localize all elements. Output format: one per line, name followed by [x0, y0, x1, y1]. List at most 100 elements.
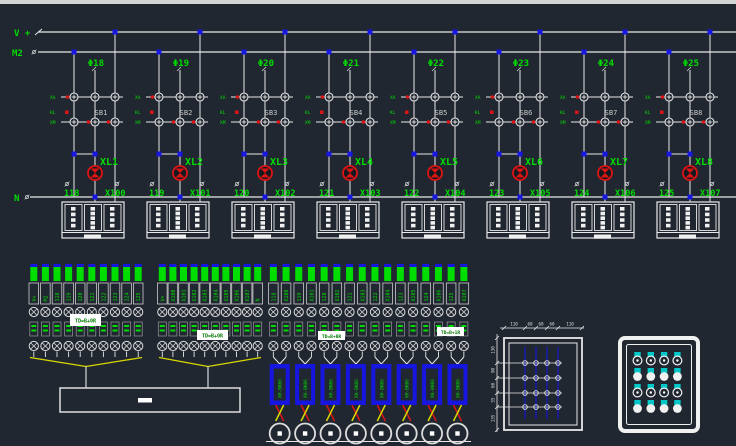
contact-row-tag: XM	[50, 120, 56, 126]
bus-aux-label: M2	[12, 49, 23, 59]
lamp-holder-icon	[448, 424, 468, 444]
wire-number-label: 120	[234, 189, 249, 199]
schematic-drawing: V +M2NXAKLXMSB1Φ18XL1118X100XAKLXMSB2Φ19…	[0, 4, 736, 446]
dimension-label: 60	[538, 322, 544, 327]
plug-connector-block	[657, 202, 719, 239]
din-terminal: X102	[332, 264, 342, 357]
dimension-label: 130	[491, 346, 496, 354]
din-terminal: M2	[41, 264, 51, 357]
terminal-number-label: 120	[78, 292, 84, 301]
lamp-tag-label: XL5	[440, 157, 458, 168]
indicator-lamp-icon	[173, 166, 187, 180]
lamp-socket-module: XH-BK06	[270, 357, 290, 444]
din-terminal: X103	[357, 264, 367, 357]
lamp-socket-module: XH-BK06	[321, 357, 341, 444]
dimension-label: 135	[491, 414, 496, 422]
din-terminal: V+	[158, 264, 168, 357]
mounting-plate-drawing: 110606060110130906055135	[491, 322, 585, 433]
din-terminal: 124	[122, 264, 132, 357]
pushbutton-label: SB8	[690, 109, 703, 117]
din-terminal: 123	[110, 264, 120, 357]
din-terminal: X105	[221, 264, 231, 357]
panel-lamp-icon	[646, 400, 655, 413]
lamp-tag-label: XL8	[695, 157, 713, 168]
terminal-number-label: 118	[271, 292, 277, 301]
cad-canvas[interactable]: V +M2NXAKLXMSB1Φ18XL1118X100XAKLXMSB2Φ19…	[0, 0, 736, 446]
wire-number-label: X102	[275, 189, 295, 199]
wire-number-label: X104	[445, 189, 465, 199]
din-terminal: X107	[459, 264, 469, 357]
contact-row-tag: XA	[135, 95, 141, 101]
din-terminal: 124	[421, 264, 431, 357]
bus-vplus-label: V +	[14, 29, 31, 39]
lamp-tag-label: XL2	[185, 157, 203, 168]
terminal-number-label: 118	[55, 292, 61, 301]
dimension-label: 60	[549, 322, 555, 327]
panel-lamp-icon	[633, 352, 642, 365]
din-terminal: 119	[64, 264, 74, 357]
terminal-number-label: M2	[43, 295, 49, 301]
module-type-label: XH-BK06	[379, 379, 385, 398]
panel-lamp-icon	[660, 384, 669, 397]
terminal-number-label: X107	[245, 289, 251, 301]
contact-row-tag: XM	[305, 120, 311, 126]
contact-row-tag: XM	[135, 120, 141, 126]
terminal-number-label: X102	[192, 289, 198, 301]
lamp-holder-icon	[270, 424, 290, 444]
contact-row-tag: XA	[645, 95, 651, 101]
terminal-number-label: X103	[360, 289, 366, 301]
din-terminal: 123	[396, 264, 406, 357]
contact-row-tag: KL	[560, 110, 566, 116]
lamp-socket-module: XH-BK06	[295, 357, 315, 444]
strip-code-label: TD=B+0R	[322, 334, 342, 340]
wire-number-label: 119	[149, 189, 164, 199]
terminal-number-label: X104	[386, 289, 392, 301]
module-type-label: XH-BK06	[303, 379, 309, 398]
circuit-number-label: Φ24	[598, 59, 615, 69]
dimension-label: 55	[491, 397, 496, 403]
module-type-label: XH-BK06	[354, 379, 360, 398]
contact-row-tag: KL	[50, 110, 56, 116]
din-terminal: X104	[383, 264, 393, 357]
plug-connector-block	[317, 202, 379, 239]
dimension-label: 110	[566, 322, 574, 327]
indicator-lamp-icon	[598, 166, 612, 180]
contact-row-tag: KL	[305, 110, 311, 116]
wire-number-label: X101	[190, 189, 210, 199]
terminal-number-label: V+	[32, 295, 38, 301]
module-type-label: XH-BK06	[278, 379, 284, 398]
plug-connector-block	[487, 202, 549, 239]
wire-number-label: 118	[64, 189, 79, 199]
terminal-number-label: 124	[125, 292, 131, 301]
lamp-holder-icon	[397, 424, 417, 444]
terminal-strip-middle: 118X100119X101120X102121X103122X104123X1…	[269, 264, 469, 357]
plug-connector-block	[147, 202, 209, 239]
din-terminal: X102	[189, 264, 199, 357]
plug-connector-block	[402, 202, 464, 239]
strip-code-label: TD=B+0R	[202, 334, 224, 340]
wire-number-label: 125	[659, 189, 674, 199]
dimension-label: 60	[491, 383, 496, 389]
contact-row-tag: KL	[135, 110, 141, 116]
din-terminal: X104	[211, 264, 221, 357]
din-terminal: 122	[99, 264, 109, 357]
lamp-socket-module: XH-BK06	[346, 357, 366, 444]
plug-connector-block	[62, 202, 124, 239]
terminal-number-label: X101	[182, 289, 188, 301]
plug-connector-block	[572, 202, 634, 239]
terminal-number-label: X105	[411, 289, 417, 301]
plug-connector-block	[232, 202, 294, 239]
terminal-strip-right: V+X100X101X102X103X104X105X106X107N	[158, 264, 263, 357]
contact-row-tag: KL	[475, 110, 481, 116]
din-terminal: X105	[408, 264, 418, 357]
din-terminal: 118	[52, 264, 62, 357]
lamp-holder-icon	[295, 424, 315, 444]
panel-lamp-icon	[673, 368, 682, 381]
circuit-unit: XAKLXMSB8Φ25XL8125X107	[645, 30, 720, 203]
terminal-number-label: X103	[203, 289, 209, 301]
module-type-label: XH-BK06	[405, 379, 411, 398]
din-terminal: 121	[87, 264, 97, 357]
terminal-number-label: X101	[309, 289, 315, 301]
indicator-lamp-icon	[258, 166, 272, 180]
terminal-number-label: X106	[235, 289, 241, 301]
